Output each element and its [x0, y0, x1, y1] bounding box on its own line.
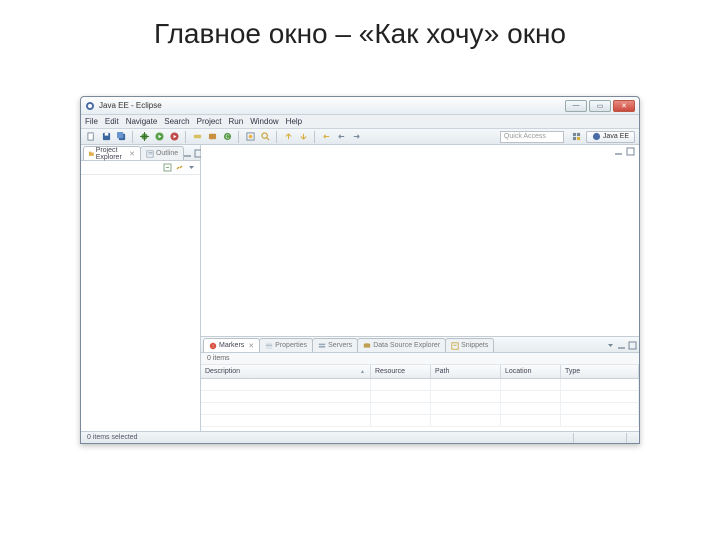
back-icon[interactable]	[335, 131, 347, 143]
tab-label: Outline	[156, 150, 178, 157]
open-type-icon[interactable]	[244, 131, 256, 143]
menu-file[interactable]: File	[85, 117, 98, 126]
app-icon	[85, 101, 95, 111]
slide-title: Главное окно – «Как хочу» окно	[0, 0, 720, 60]
tab-label: Properties	[275, 342, 307, 349]
menu-window[interactable]: Window	[250, 117, 278, 126]
close-button[interactable]: ✕	[613, 100, 635, 112]
new-package-icon[interactable]	[206, 131, 218, 143]
forward-icon[interactable]	[350, 131, 362, 143]
link-editor-icon[interactable]	[175, 163, 184, 172]
new-class-icon[interactable]: C	[221, 131, 233, 143]
app-window: Java EE - Eclipse — ▭ ✕ File Edit Naviga…	[80, 96, 640, 444]
annotation-next-icon[interactable]	[297, 131, 309, 143]
maximize-editor-icon[interactable]	[626, 147, 635, 156]
left-tabrow: Project Explorer ✕ Outline	[81, 145, 200, 161]
tab-label: Servers	[328, 342, 352, 349]
bottom-pane: ! Markers ✕ Properties Servers Data	[201, 337, 639, 431]
perspective-label: Java EE	[603, 133, 629, 140]
run-icon[interactable]	[153, 131, 165, 143]
tab-label: Markers	[219, 342, 244, 349]
tab-label: Data Source Explorer	[373, 342, 440, 349]
col-location[interactable]: Location	[501, 365, 561, 378]
col-type[interactable]: Type	[561, 365, 639, 378]
minimize-view-icon[interactable]	[617, 341, 626, 350]
tab-data-source-explorer[interactable]: Data Source Explorer	[357, 338, 446, 352]
maximize-view-icon[interactable]	[628, 341, 637, 350]
annotation-prev-icon[interactable]	[282, 131, 294, 143]
table-row	[201, 379, 639, 391]
tab-properties[interactable]: Properties	[259, 338, 313, 352]
status-text: 0 items selected	[87, 434, 138, 441]
tab-outline[interactable]: Outline	[140, 146, 184, 160]
markers-table[interactable]: Description▴ Resource Path Location Type	[201, 365, 639, 431]
svg-text:C: C	[225, 134, 229, 140]
statusbar: 0 items selected	[81, 431, 639, 443]
close-icon[interactable]: ✕	[129, 150, 135, 158]
last-edit-icon[interactable]	[320, 131, 332, 143]
titlebar[interactable]: Java EE - Eclipse — ▭ ✕	[81, 97, 639, 115]
debug-icon[interactable]	[138, 131, 150, 143]
sort-caret-icon: ▴	[361, 368, 364, 375]
run-ext-icon[interactable]	[168, 131, 180, 143]
perspective-javaee-button[interactable]: Java EE	[586, 131, 635, 143]
menu-help[interactable]: Help	[286, 117, 302, 126]
new-icon[interactable]	[85, 131, 97, 143]
save-icon[interactable]	[100, 131, 112, 143]
main-toolbar: C Quick Access Java EE	[81, 129, 639, 145]
col-path[interactable]: Path	[431, 365, 501, 378]
view-menu-icon[interactable]	[187, 163, 196, 172]
project-explorer-body[interactable]	[81, 175, 200, 431]
tab-label: Snippets	[461, 342, 488, 349]
bottom-tabrow: ! Markers ✕ Properties Servers Data	[201, 337, 639, 353]
menu-project[interactable]: Project	[197, 117, 222, 126]
minimize-editor-icon[interactable]	[614, 147, 623, 156]
minimize-view-icon[interactable]	[183, 149, 192, 158]
markers-items-count: 0 items	[201, 353, 639, 365]
new-server-icon[interactable]	[191, 131, 203, 143]
quick-access-input[interactable]: Quick Access	[500, 131, 564, 143]
tab-markers[interactable]: ! Markers ✕	[203, 338, 260, 352]
left-pane: Project Explorer ✕ Outline	[81, 145, 201, 431]
svg-text:!: !	[212, 343, 213, 349]
menu-run[interactable]: Run	[229, 117, 244, 126]
collapse-all-icon[interactable]	[163, 163, 172, 172]
col-description[interactable]: Description▴	[201, 365, 371, 378]
tab-snippets[interactable]: Snippets	[445, 338, 494, 352]
tab-servers[interactable]: Servers	[312, 338, 358, 352]
menu-edit[interactable]: Edit	[105, 117, 119, 126]
save-all-icon[interactable]	[115, 131, 127, 143]
search-icon[interactable]	[259, 131, 271, 143]
table-row	[201, 415, 639, 427]
window-title: Java EE - Eclipse	[99, 101, 565, 110]
tab-project-explorer[interactable]: Project Explorer ✕	[83, 146, 141, 160]
table-row	[201, 403, 639, 415]
view-menu-icon[interactable]	[606, 341, 615, 350]
minimize-button[interactable]: —	[565, 100, 587, 112]
menu-search[interactable]: Search	[164, 117, 189, 126]
menubar: File Edit Navigate Search Project Run Wi…	[81, 115, 639, 129]
tab-label: Project Explorer	[96, 147, 125, 161]
col-resource[interactable]: Resource	[371, 365, 431, 378]
open-perspective-icon[interactable]	[571, 131, 583, 143]
table-row	[201, 391, 639, 403]
menu-navigate[interactable]: Navigate	[126, 117, 158, 126]
maximize-button[interactable]: ▭	[589, 100, 611, 112]
close-icon[interactable]: ✕	[248, 342, 254, 350]
editor-area[interactable]	[201, 145, 639, 337]
